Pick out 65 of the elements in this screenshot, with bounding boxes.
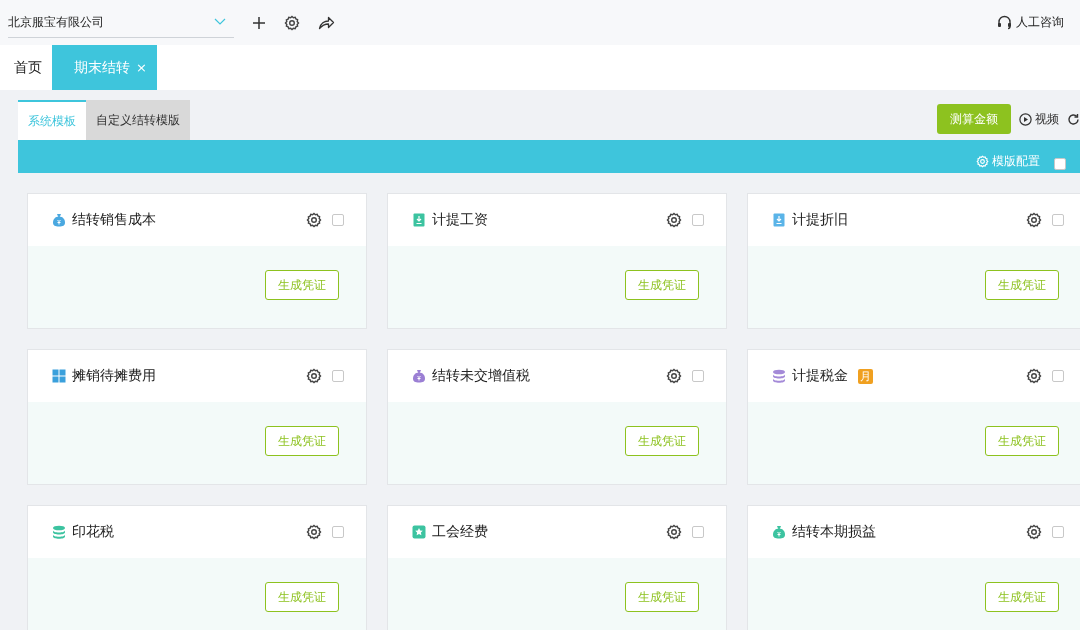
settings-icon[interactable] <box>666 368 682 384</box>
checkbox[interactable] <box>1052 370 1064 382</box>
template-config-button[interactable]: 模版配置 <box>976 153 1040 170</box>
document-icon <box>772 213 786 227</box>
card-title: 结转销售成本 <box>72 211 156 229</box>
money-bag-icon <box>52 213 66 227</box>
generate-voucher-button[interactable]: 生成凭证 <box>265 426 339 456</box>
play-icon <box>1019 112 1032 126</box>
generate-voucher-button[interactable]: 生成凭证 <box>265 582 339 612</box>
checkbox[interactable] <box>692 370 704 382</box>
calculate-button[interactable]: 测算金额 <box>937 104 1011 134</box>
money-bag-icon <box>772 525 786 539</box>
grid-icon <box>52 369 66 383</box>
refresh-icon[interactable] <box>1067 112 1080 126</box>
card-title: 摊销待摊费用 <box>72 367 156 385</box>
generate-voucher-button[interactable]: 生成凭证 <box>265 270 339 300</box>
generate-voucher-button[interactable]: 生成凭证 <box>625 426 699 456</box>
close-icon[interactable]: × <box>136 60 147 75</box>
card-title: 结转本期损益 <box>792 523 876 541</box>
share-icon[interactable] <box>318 15 335 30</box>
template-tab[interactable]: 系统模板 <box>18 100 86 140</box>
coin-stack-icon <box>772 369 786 383</box>
generate-voucher-button[interactable]: 生成凭证 <box>985 270 1059 300</box>
card-title: 印花税 <box>72 523 114 541</box>
settings-icon[interactable] <box>306 524 322 540</box>
document-icon <box>412 213 426 227</box>
settings-icon <box>976 155 989 168</box>
settings-icon[interactable] <box>284 14 300 31</box>
checkbox[interactable] <box>692 214 704 226</box>
month-badge: 月 <box>858 368 873 384</box>
checkbox[interactable] <box>1054 158 1066 170</box>
template-tab[interactable]: 自定义结转模版 <box>86 100 190 140</box>
card-title: 工会经费 <box>432 523 488 541</box>
card-title: 结转未交增值税 <box>432 367 530 385</box>
generate-voucher-button[interactable]: 生成凭证 <box>985 582 1059 612</box>
checkbox[interactable] <box>332 526 344 538</box>
generate-voucher-button[interactable]: 生成凭证 <box>985 426 1059 456</box>
settings-icon[interactable] <box>306 212 322 228</box>
card-title: 计提工资 <box>432 211 488 229</box>
company-dropdown[interactable]: 北京服宝有限公司 <box>8 7 234 38</box>
checkbox[interactable] <box>692 526 704 538</box>
money-bag-icon <box>412 369 426 383</box>
card-title: 计提折旧 <box>792 211 848 229</box>
video-button[interactable]: 视频 <box>1019 110 1059 128</box>
card-title: 计提税金 <box>792 367 848 385</box>
settings-icon[interactable] <box>666 212 682 228</box>
settings-icon[interactable] <box>306 368 322 384</box>
generate-voucher-button[interactable]: 生成凭证 <box>625 270 699 300</box>
checkbox[interactable] <box>332 370 344 382</box>
plus-icon[interactable] <box>252 15 266 30</box>
checkbox[interactable] <box>332 214 344 226</box>
page-tab[interactable]: 首页 <box>4 45 52 90</box>
settings-icon[interactable] <box>1026 524 1042 540</box>
checkbox[interactable] <box>1052 214 1064 226</box>
checkbox[interactable] <box>1052 526 1064 538</box>
settings-icon[interactable] <box>1026 368 1042 384</box>
support-button[interactable]: 人工咨询 <box>989 14 1072 31</box>
headset-icon <box>997 15 1012 30</box>
coin-stack-icon <box>52 525 66 539</box>
settings-icon[interactable] <box>1026 212 1042 228</box>
page-tab[interactable]: 期末结转 × <box>52 45 157 90</box>
badge-icon <box>412 525 426 539</box>
settings-icon[interactable] <box>666 524 682 540</box>
chevron-down-icon <box>214 18 226 26</box>
generate-voucher-button[interactable]: 生成凭证 <box>625 582 699 612</box>
